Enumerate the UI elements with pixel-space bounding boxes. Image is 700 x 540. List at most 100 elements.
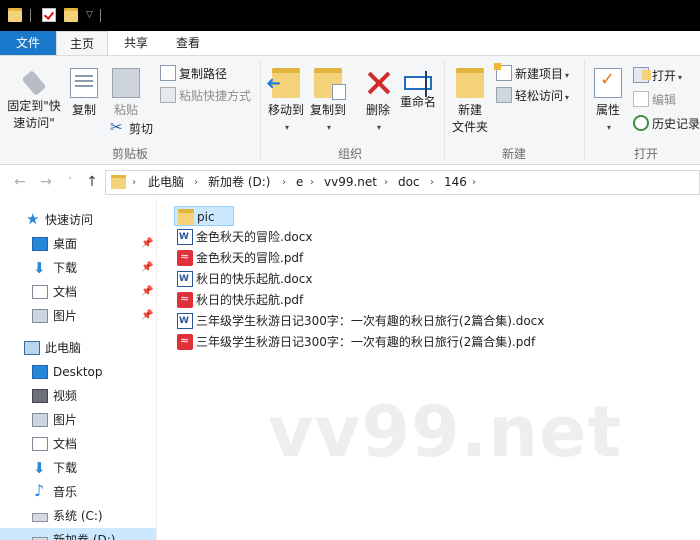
list-item[interactable]: 秋日的快乐起航.docx [174, 269, 374, 289]
list-item[interactable]: 三年级学生秋游日记300字：一次有趣的秋日旅行(2篇合集).pdf [174, 331, 574, 352]
drive-icon [32, 513, 48, 522]
move-to-icon [272, 68, 300, 98]
copy-to-button[interactable]: 复制到 ▾ [306, 68, 350, 136]
chevron-right-icon[interactable]: › [430, 171, 434, 194]
divider [30, 9, 31, 22]
pin-icon[interactable]: 📌 [141, 232, 153, 256]
nav-label: 图片 [53, 413, 78, 427]
rename-icon [404, 71, 432, 97]
breadcrumb-item[interactable]: 146 [444, 171, 467, 194]
chevron-right-icon[interactable]: › [194, 171, 198, 194]
nav-documents[interactable]: 文档 [0, 432, 156, 456]
back-icon[interactable]: ← [10, 172, 30, 192]
address-bar[interactable]: › 此电脑 › 新加卷 (D:) › e › vv99.net › doc › … [105, 170, 700, 195]
tab-home[interactable]: 主页 [56, 31, 108, 56]
pane-divider[interactable] [156, 199, 157, 540]
pictures-icon [32, 413, 48, 427]
pin-icon[interactable]: 📌 [141, 304, 153, 328]
properties-button[interactable]: 属性 ▾ [590, 68, 626, 136]
new-item-label: 新建项目 [515, 67, 564, 81]
recent-locations-icon[interactable]: ˅ [60, 172, 80, 192]
up-icon[interactable]: ↑ [82, 172, 102, 192]
delete-button[interactable]: 删除 ▾ [360, 68, 396, 136]
breadcrumb-item[interactable]: 此电脑 [148, 171, 184, 194]
list-item[interactable]: pic [174, 206, 234, 226]
nav-downloads-pinned[interactable]: 下载 📌 [0, 256, 156, 280]
nav-label: 快速访问 [45, 213, 94, 227]
chevron-right-icon[interactable]: › [282, 171, 286, 194]
nav-downloads[interactable]: 下载 [0, 456, 156, 480]
pin-icon[interactable]: 📌 [141, 256, 153, 280]
nav-quick-access[interactable]: 快速访问 [0, 207, 156, 232]
scissors-icon [110, 117, 126, 137]
nav-documents-pinned[interactable]: 文档 📌 [0, 280, 156, 304]
easy-access-button[interactable]: 轻松访问 ▾ [496, 86, 569, 106]
new-item-icon [494, 63, 512, 81]
new-folder-icon[interactable] [64, 8, 78, 22]
navigation-pane: 快速访问 桌面 📌 下载 📌 文档 📌 图片 📌 此电脑 Desktop 视频 … [0, 199, 156, 540]
file-name: 三年级学生秋游日记300字：一次有趣的秋日旅行(2篇合集).pdf [196, 335, 536, 349]
customize-dropdown-icon[interactable]: ▽ [86, 9, 93, 22]
list-item[interactable]: 秋日的快乐起航.pdf [174, 289, 374, 310]
documents-icon [32, 285, 48, 299]
new-folder-button[interactable]: 新建 文件夹 [448, 68, 492, 136]
rename-button[interactable]: 重命名 [398, 68, 438, 111]
edit-icon [633, 91, 649, 107]
breadcrumb-item[interactable]: vv99.net [324, 171, 377, 194]
open-group-label: 打开 [633, 147, 658, 161]
properties-icon[interactable] [42, 8, 56, 22]
open-button[interactable]: 打开 ▾ [633, 66, 682, 86]
paste-button[interactable]: 粘贴 [108, 68, 144, 119]
new-item-button[interactable]: 新建项目 ▾ [494, 63, 570, 84]
pin-to-quick-access-button[interactable]: 固定到"快 速访问" [4, 68, 64, 132]
nav-label: 视频 [53, 389, 78, 403]
list-item[interactable]: 三年级学生秋游日记300字：一次有趣的秋日旅行(2篇合集).docx [174, 311, 574, 331]
tab-view[interactable]: 查看 [164, 31, 212, 55]
breadcrumb-item[interactable]: doc [398, 171, 420, 194]
copy-path-icon [160, 65, 176, 81]
nav-label: 桌面 [53, 237, 78, 251]
forward-icon[interactable]: → [36, 172, 56, 192]
paste-shortcut-icon [160, 87, 176, 103]
cut-label: 剪切 [129, 122, 154, 136]
copy-path-label: 复制路径 [179, 67, 228, 81]
breadcrumb-item[interactable]: e [296, 171, 303, 194]
move-to-button[interactable]: 移动到 ▾ [264, 68, 308, 136]
nav-drive-d[interactable]: 新加卷 (D:) [0, 528, 156, 540]
list-item[interactable]: 金色秋天的冒险.pdf [174, 247, 374, 268]
nav-drive-c[interactable]: 系统 (C:) [0, 504, 156, 528]
chevron-right-icon[interactable]: › [384, 171, 388, 194]
tab-file[interactable]: 文件 [0, 31, 56, 55]
file-name: 金色秋天的冒险.pdf [196, 251, 304, 265]
group-divider [444, 60, 445, 160]
file-name: 秋日的快乐起航.docx [196, 272, 313, 286]
copy-button[interactable]: 复制 [66, 68, 102, 119]
chevron-down-icon: ▾ [565, 71, 570, 80]
chevron-right-icon[interactable]: › [310, 171, 314, 194]
chevron-right-icon[interactable]: › [132, 171, 136, 194]
chevron-right-icon[interactable]: › [472, 171, 476, 194]
breadcrumb-item[interactable]: 新加卷 (D:) [208, 171, 270, 194]
nav-videos[interactable]: 视频 [0, 384, 156, 408]
nav-label: Desktop [53, 365, 103, 379]
tab-share[interactable]: 共享 [112, 31, 160, 55]
pdf-icon [177, 289, 193, 309]
nav-desktop-pinned[interactable]: 桌面 📌 [0, 232, 156, 256]
edit-button[interactable]: 编辑 [633, 90, 676, 110]
nav-desktop[interactable]: Desktop [0, 360, 156, 384]
cut-button[interactable]: 剪切 [110, 117, 154, 139]
pin-icon[interactable]: 📌 [141, 280, 153, 304]
divider [100, 9, 101, 22]
nav-pictures[interactable]: 图片 [0, 408, 156, 432]
list-item[interactable]: 金色秋天的冒险.docx [174, 227, 374, 247]
paste-icon [112, 68, 140, 98]
nav-this-pc[interactable]: 此电脑 [0, 336, 156, 360]
delete-label: 删除 [365, 103, 390, 117]
paste-shortcut-button[interactable]: 粘贴快捷方式 [160, 86, 251, 106]
nav-pictures-pinned[interactable]: 图片 📌 [0, 304, 156, 328]
paste-label: 粘贴 [113, 103, 138, 117]
chevron-down-icon: ▾ [284, 123, 289, 132]
nav-music[interactable]: 音乐 [0, 479, 156, 504]
copy-path-button[interactable]: 复制路径 [160, 64, 227, 84]
history-button[interactable]: 历史记录 [633, 114, 700, 134]
